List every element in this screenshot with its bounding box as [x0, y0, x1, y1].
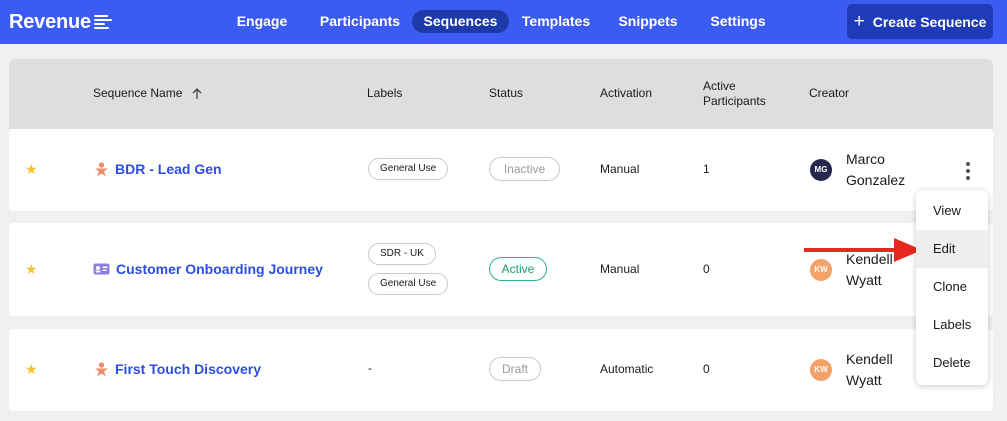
participants-count: 1: [703, 162, 710, 176]
participants-count: 0: [703, 262, 710, 276]
nav-settings[interactable]: Settings: [704, 10, 772, 33]
column-status: Status: [489, 86, 524, 100]
brand-logo[interactable]: Revenue: [9, 9, 112, 35]
status-badge: Draft: [489, 357, 541, 381]
nav-engage[interactable]: Engage: [232, 10, 292, 33]
person-icon: [95, 362, 108, 377]
plus-icon: +: [853, 11, 865, 32]
more-options-icon[interactable]: [965, 162, 971, 180]
status-badge: Active: [489, 257, 547, 281]
column-creator: Creator: [809, 86, 850, 100]
column-sequence-name[interactable]: Sequence Name: [93, 86, 202, 101]
status-badge: Inactive: [489, 157, 560, 181]
menu-item-edit[interactable]: Edit: [916, 230, 988, 268]
creator-name: Kendell Wyatt: [846, 349, 893, 391]
sequence-name-link[interactable]: BDR - Lead Gen: [115, 161, 222, 177]
column-active-participants: Active Participants: [703, 79, 766, 109]
person-icon: [95, 162, 108, 177]
star-icon[interactable]: ★: [25, 361, 38, 378]
activation-value: Automatic: [600, 362, 654, 376]
menu-item-view[interactable]: View: [916, 192, 988, 230]
menu-item-clone[interactable]: Clone: [916, 268, 988, 306]
creator-name: Marco Gonzalez: [846, 149, 905, 191]
menu-item-labels[interactable]: Labels: [916, 306, 988, 344]
label-tag[interactable]: SDR - UK: [368, 243, 436, 265]
label-tag[interactable]: General Use: [368, 158, 449, 180]
menu-item-delete[interactable]: Delete: [916, 344, 988, 382]
creator-last-name: Wyatt: [846, 272, 882, 288]
nav-sequences[interactable]: Sequences: [412, 10, 509, 33]
label-tag[interactable]: General Use: [368, 273, 449, 295]
id-card-icon: [93, 263, 110, 275]
column-sequence-name-label: Sequence Name: [93, 86, 183, 100]
star-icon[interactable]: ★: [25, 261, 38, 278]
labels-empty: -: [368, 361, 372, 375]
star-icon[interactable]: ★: [25, 161, 38, 178]
table-header: Sequence Name Labels Status Activation A…: [9, 59, 993, 129]
top-nav: Revenue Engage Participants Sequences Te…: [0, 0, 1007, 44]
arrow-up-icon[interactable]: [192, 87, 202, 100]
brand-mark-icon: [93, 14, 112, 30]
creator-first-name: Kendell: [846, 351, 893, 367]
creator-last-name: Wyatt: [846, 372, 882, 388]
creator-first-name: Marco: [846, 151, 885, 167]
sequence-name-link[interactable]: Customer Onboarding Journey: [116, 261, 323, 277]
nav-participants[interactable]: Participants: [315, 10, 405, 33]
participants-count: 0: [703, 362, 710, 376]
sequence-name-link[interactable]: First Touch Discovery: [115, 361, 261, 377]
create-sequence-label: Create Sequence: [872, 13, 987, 30]
nav-templates[interactable]: Templates: [516, 10, 596, 33]
column-activation: Activation: [600, 86, 653, 100]
brand-name: Revenue: [9, 10, 91, 33]
avatar: KW: [810, 359, 832, 381]
column-labels: Labels: [367, 86, 403, 100]
create-sequence-button[interactable]: + Create Sequence: [847, 4, 993, 39]
avatar: MG: [810, 159, 832, 181]
creator-last-name: Gonzalez: [846, 172, 906, 188]
activation-value: Manual: [600, 262, 640, 276]
nav-snippets[interactable]: Snippets: [612, 10, 684, 33]
row-actions-menu: View Edit Clone Labels Delete: [916, 190, 988, 385]
column-active-participants-line1: Active: [703, 79, 736, 93]
pointer-arrow-icon: [804, 238, 922, 262]
column-active-participants-line2: Participants: [703, 94, 766, 108]
activation-value: Manual: [600, 162, 640, 176]
